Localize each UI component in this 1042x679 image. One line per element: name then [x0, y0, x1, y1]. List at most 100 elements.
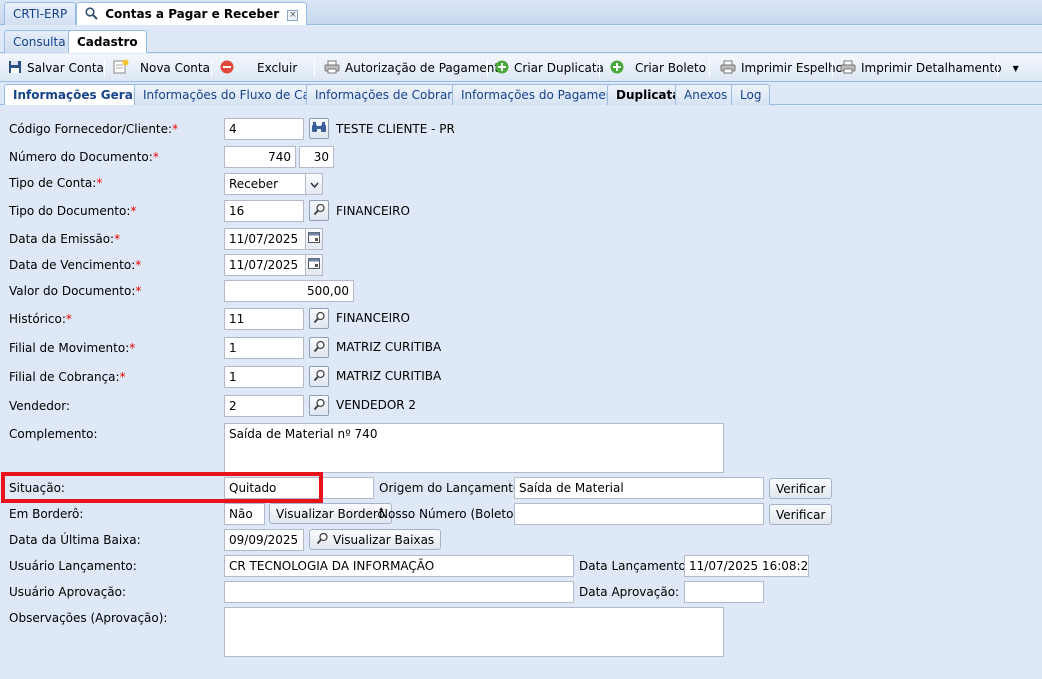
filial-movimento-search-button[interactable]: [309, 337, 329, 358]
tipo-documento-description: FINANCEIRO: [336, 204, 410, 218]
delete-label: Excluir: [257, 61, 298, 75]
historico-description: FINANCEIRO: [336, 311, 410, 325]
calendar-icon: [308, 258, 320, 272]
toolbar-separator: [314, 59, 315, 77]
floppy-disk-icon: [8, 60, 22, 77]
origem-label: Origem do Lançamento:: [379, 481, 525, 495]
delete-icon: [220, 60, 234, 77]
binoculars-search-button[interactable]: [309, 118, 329, 139]
tipo-documento-label: Tipo do Documento:*: [9, 204, 137, 218]
filial-cobranca-label: Filial de Cobrança:*: [9, 370, 126, 384]
usuario-lancamento-input[interactable]: CR TECNOLOGIA DA INFORMAÇÃO: [224, 555, 574, 577]
numero-documento-input[interactable]: 740: [224, 146, 296, 168]
new-account-button[interactable]: Nova Conta: [113, 59, 210, 77]
delete-button[interactable]: Excluir: [220, 59, 297, 77]
form-tab-strip: Informações Gerais Informações do Fluxo …: [0, 82, 1042, 105]
print-mirror-button[interactable]: Imprimir Espelho: [720, 59, 843, 77]
create-boleto-label: Criar Boleto: [635, 61, 707, 75]
data-lancamento-input[interactable]: 11/07/2025 16:08:25: [684, 555, 809, 577]
save-button-label: Salvar Conta: [27, 61, 104, 75]
close-icon[interactable]: ×: [287, 10, 299, 21]
bordero-label: Em Borderô:: [9, 507, 84, 521]
window-tab-label: Contas a Pagar e Receber: [105, 7, 280, 21]
bordero-input[interactable]: Não: [224, 503, 265, 525]
search-icon: [313, 398, 326, 414]
complemento-textarea[interactable]: Saída de Material nº 740: [224, 423, 724, 473]
emissao-calendar-button[interactable]: [305, 228, 323, 250]
vencimento-calendar-button[interactable]: [305, 254, 323, 276]
printer-icon: [840, 60, 856, 77]
magnifier-icon: [85, 7, 98, 23]
data-aprovacao-input[interactable]: [684, 581, 764, 603]
toolbar-separator: [211, 59, 212, 77]
nosso-numero-input[interactable]: [514, 503, 764, 525]
emissao-date-input[interactable]: 11/07/2025: [224, 228, 306, 250]
toolbar-separator: [487, 59, 488, 77]
add-icon: [495, 60, 509, 77]
tab-consulta[interactable]: Consulta: [4, 30, 75, 53]
new-account-label: Nova Conta: [140, 61, 210, 75]
vencimento-date-input[interactable]: 11/07/2025: [224, 254, 306, 276]
toolbar-separator: [104, 59, 105, 77]
valor-input[interactable]: 500,00: [224, 280, 354, 302]
vendedor-input[interactable]: 2: [224, 395, 304, 417]
historico-label: Histórico:*: [9, 312, 72, 326]
tipo-conta-select[interactable]: Receber: [224, 173, 306, 195]
filial-movimento-description: MATRIZ CURITIBA: [336, 340, 442, 354]
visualizar-baixas-label: Visualizar Baixas: [333, 532, 435, 547]
usuario-aprovacao-input[interactable]: [224, 581, 574, 603]
tab-anexos[interactable]: Anexos: [675, 84, 737, 105]
parcela-input[interactable]: 30: [299, 146, 334, 168]
tab-cadastro[interactable]: Cadastro: [68, 30, 147, 53]
historico-search-button[interactable]: [309, 308, 329, 329]
tab-informacoes-gerais[interactable]: Informações Gerais: [4, 84, 154, 105]
fornecedor-label: Código Fornecedor/Cliente:*: [9, 122, 179, 136]
create-duplicate-button[interactable]: Criar Duplicata: [495, 59, 604, 77]
toolbar-separator: [709, 59, 710, 77]
nosso-numero-label: Nosso Número (Boleto):: [379, 507, 523, 521]
window-tab-contas[interactable]: Contas a Pagar e Receber ×: [76, 2, 308, 26]
observacoes-textarea[interactable]: [224, 607, 724, 657]
filial-movimento-input[interactable]: 1: [224, 337, 304, 359]
create-duplicate-label: Criar Duplicata: [514, 61, 604, 75]
tab-log[interactable]: Log: [731, 84, 771, 105]
sub-tab-strip: Consulta Cadastro: [0, 25, 1042, 53]
create-boleto-button[interactable]: Criar Boleto: [610, 59, 706, 77]
usuario-aprovacao-label: Usuário Aprovação:: [9, 585, 127, 599]
search-icon: [313, 340, 326, 356]
toolbar: Salvar Conta Nova Conta Excluir Autoriza…: [0, 54, 1042, 82]
window-tab-crti-erp[interactable]: CRTI-ERP: [4, 2, 77, 25]
toolbar-separator: [997, 59, 998, 77]
verificar-nosso-numero-button[interactable]: Verificar: [769, 504, 833, 525]
authorize-payment-button[interactable]: Autorização de Pagamento: [324, 59, 506, 77]
vencimento-label: Data de Vencimento:*: [9, 258, 142, 272]
historico-input[interactable]: 11: [224, 308, 304, 330]
tipo-conta-dropdown-trigger[interactable]: [305, 173, 323, 195]
filial-movimento-label: Filial de Movimento:*: [9, 341, 136, 355]
toolbar-separator: [832, 59, 833, 77]
add-icon: [610, 60, 624, 77]
visualizar-baixas-button[interactable]: Visualizar Baixas: [309, 529, 442, 550]
ultima-baixa-input[interactable]: 09/09/2025: [224, 529, 304, 551]
search-icon: [313, 311, 326, 327]
fornecedor-code-input[interactable]: 4: [224, 118, 304, 140]
filial-cobranca-search-button[interactable]: [309, 366, 329, 387]
verificar-origem-button[interactable]: Verificar: [769, 478, 833, 499]
calendar-icon: [308, 232, 320, 246]
dropdown-arrow-icon[interactable]: ▼: [1013, 64, 1019, 73]
fornecedor-description: TESTE CLIENTE - PR: [336, 122, 455, 136]
vendedor-description: VENDEDOR 2: [336, 398, 417, 412]
save-button[interactable]: Salvar Conta: [8, 59, 104, 77]
printer-icon: [720, 60, 736, 77]
print-detail-button[interactable]: Imprimir Detalhamento ▼: [840, 59, 1019, 77]
data-aprovacao-label: Data Aprovação:: [579, 585, 680, 599]
filial-cobranca-input[interactable]: 1: [224, 366, 304, 388]
authorize-payment-label: Autorização de Pagamento: [345, 61, 507, 75]
vendedor-search-button[interactable]: [309, 395, 329, 416]
tipo-documento-input[interactable]: 16: [224, 200, 304, 222]
origem-input[interactable]: Saída de Material: [514, 477, 764, 499]
visualizar-bordero-button[interactable]: Visualizar Borderô: [269, 503, 392, 524]
valor-label: Valor do Documento:*: [9, 284, 142, 298]
search-icon: [316, 532, 329, 548]
tipo-documento-search-button[interactable]: [309, 200, 329, 221]
